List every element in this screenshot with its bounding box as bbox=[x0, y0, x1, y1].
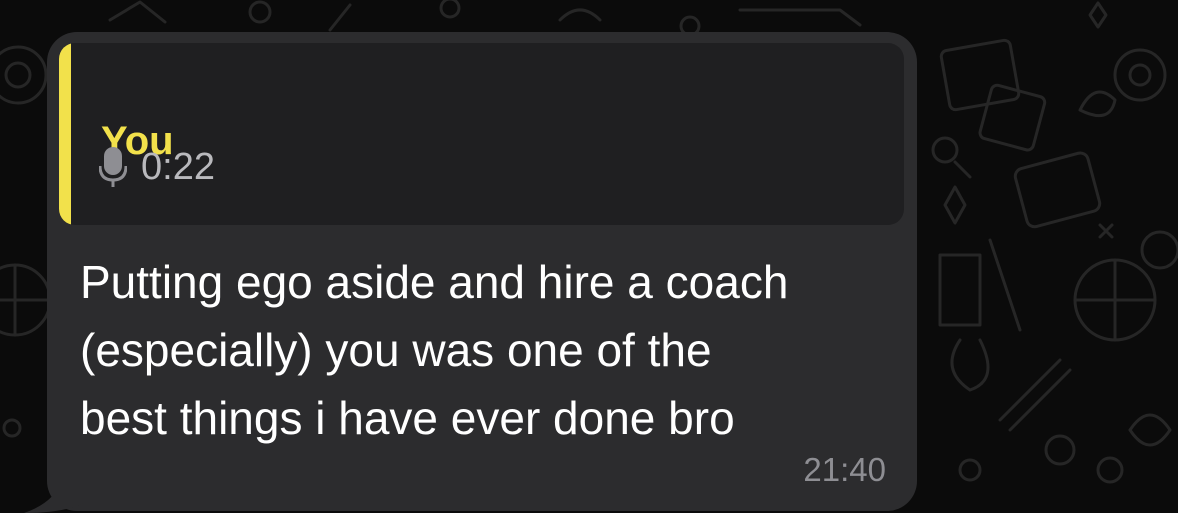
message-bubble-tail bbox=[24, 478, 84, 513]
reply-quote[interactable]: You 0:22 bbox=[59, 43, 904, 225]
reply-accent-bar bbox=[59, 43, 71, 225]
microphone-icon bbox=[99, 147, 127, 187]
voice-note-duration: 0:22 bbox=[141, 146, 215, 188]
message-text: Putting ego aside and hire a coach (espe… bbox=[80, 256, 789, 444]
voice-note-info: 0:22 bbox=[99, 145, 215, 189]
message-timestamp: 21:40 bbox=[803, 451, 886, 488]
